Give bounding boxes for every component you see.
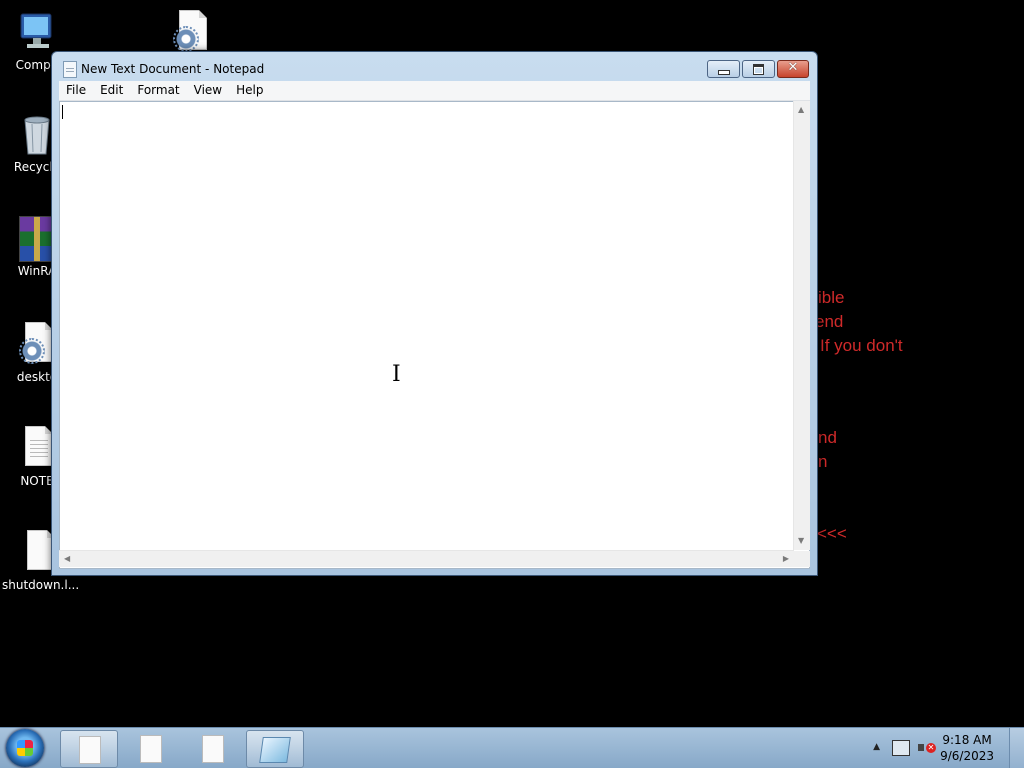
network-icon[interactable] [892,740,910,756]
notepad-icon [259,737,291,763]
ibeam-cursor-icon: I [392,362,401,387]
menu-help[interactable]: Help [229,81,270,100]
taskbar: ▲ ✕ 9:18 AM 9/6/2023 [0,727,1024,768]
settings-file-icon [171,10,211,54]
desktop-icon-label: shutdown.l... [2,578,80,592]
taskbar-button-notepad[interactable] [246,730,304,768]
window-title: New Text Document - Notepad [81,62,265,76]
taskbar-button-document-2[interactable] [122,730,178,766]
system-clock[interactable]: 9:18 AM 9/6/2023 [940,732,994,764]
menu-view[interactable]: View [187,81,229,100]
document-icon [140,735,162,763]
document-icon [202,735,224,763]
volume-muted-icon[interactable]: ✕ [918,740,936,754]
clock-time: 9:18 AM [942,733,992,747]
start-button[interactable] [6,729,44,767]
menu-file[interactable]: File [59,81,93,100]
maximize-icon [753,64,764,75]
maximize-button[interactable] [742,60,775,78]
show-desktop-button[interactable] [1009,728,1024,768]
background-text: n [818,452,828,471]
document-icon [79,736,101,764]
minimize-icon [718,70,730,75]
menu-format[interactable]: Format [130,81,186,100]
caption-buttons: ✕ [707,60,809,78]
computer-icon [17,10,57,54]
show-hidden-icons-icon[interactable]: ▲ [873,742,880,752]
background-text: nd [818,428,837,447]
background-text: end [815,312,844,331]
background-text: If you don't [820,336,903,355]
notepad-window[interactable]: New Text Document - Notepad ✕ File Edit … [51,51,818,576]
notepad-icon[interactable] [63,61,77,78]
muted-x-icon: ✕ [926,743,936,753]
text-editor[interactable] [59,101,810,569]
clock-date: 9/6/2023 [940,749,994,763]
close-icon: ✕ [787,60,799,75]
taskbar-button-document-1[interactable] [60,730,118,768]
background-text: ible [818,288,845,307]
title-bar[interactable]: New Text Document - Notepad ✕ [52,52,817,82]
menu-bar: File Edit Format View Help [59,81,810,101]
close-button[interactable]: ✕ [777,60,809,78]
taskbar-button-document-3[interactable] [184,730,240,766]
minimize-button[interactable] [707,60,740,78]
windows-logo-icon [17,740,33,756]
menu-edit[interactable]: Edit [93,81,130,100]
background-text: <<< [817,524,847,543]
